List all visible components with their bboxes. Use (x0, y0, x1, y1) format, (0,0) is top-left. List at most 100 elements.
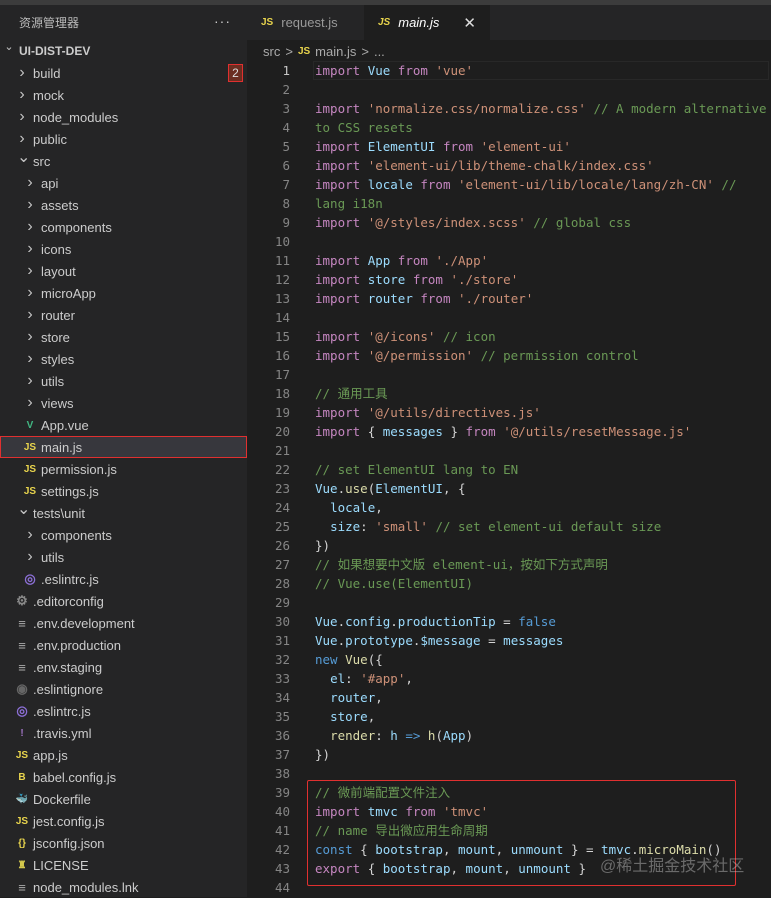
folder-item[interactable]: › store (0, 326, 247, 348)
code-line[interactable]: 11 import App from './App' (247, 251, 771, 270)
file-item[interactable]: Bbabel.config.js (0, 766, 247, 788)
folder-item[interactable]: › layout (0, 260, 247, 282)
code-token: ( (435, 728, 443, 743)
tree-root[interactable]: ⌄ UI-DIST-DEV (0, 40, 247, 62)
code-line[interactable]: 33 el: '#app', (247, 669, 771, 688)
close-icon[interactable]: ✕ (463, 14, 476, 32)
code-line[interactable]: 12 import store from './store' (247, 270, 771, 289)
code-line[interactable]: 10 (247, 232, 771, 251)
file-item[interactable]: ≡ .env.development (0, 612, 247, 634)
code-line[interactable]: 16 import '@/permission' // permission co… (247, 346, 771, 365)
line-content: router, (315, 688, 767, 707)
code-line[interactable]: 34 router, (247, 688, 771, 707)
code-line[interactable]: 28 // Vue.use(ElementUI) (247, 574, 771, 593)
code-token: // Vue.use(ElementUI) (315, 576, 474, 591)
folder-item[interactable]: › styles (0, 348, 247, 370)
file-item[interactable]: ♜ LICENSE (0, 854, 247, 876)
code-line[interactable]: 36 render: h => h(App) (247, 726, 771, 745)
code-line[interactable]: 17 (247, 365, 771, 384)
code-line[interactable]: 21 (247, 441, 771, 460)
code-token: , (375, 500, 383, 515)
line-content: // set ElementUI lang to EN (315, 460, 767, 479)
code-line[interactable]: 26}) (247, 536, 771, 555)
breadcrumb-file[interactable]: main.js (315, 44, 356, 59)
code-token: productionTip (397, 614, 504, 629)
file-item[interactable]: JS settings.js (0, 480, 247, 502)
folder-item[interactable]: › api (0, 172, 247, 194)
file-item[interactable]: ≡ node_modules.lnk (0, 876, 247, 898)
folder-item[interactable]: › views (0, 392, 247, 414)
code-line[interactable]: 20 import { messages } from '@/utils/rese… (247, 422, 771, 441)
code-line[interactable]: 15 import '@/icons' // icon (247, 327, 771, 346)
code-line[interactable]: 37}) (247, 745, 771, 764)
folder-item[interactable]: › mock (0, 84, 247, 106)
file-item[interactable]: JS app.js (0, 744, 247, 766)
folder-item[interactable]: › node_modules (0, 106, 247, 128)
code-line[interactable]: 6 import 'element-ui/lib/theme-chalk/inde… (247, 156, 771, 175)
code-line[interactable]: 18 // 通用工具 (247, 384, 771, 403)
code-line[interactable]: 3 import 'normalize.css/normalize.css' //… (247, 99, 771, 135)
file-item[interactable]: ≡ .env.staging (0, 656, 247, 678)
code-token: import (315, 215, 368, 230)
tab-main-js[interactable]: JS main.js ✕ (364, 5, 490, 40)
line-number: 9 (282, 215, 290, 230)
line-number: 25 (274, 519, 290, 534)
folder-item[interactable]: › build 2 (0, 62, 247, 84)
file-item[interactable]: JS jest.config.js (0, 810, 247, 832)
code-token: '@/icons' (367, 329, 443, 344)
file-item[interactable]: ◉ .eslintignore (0, 678, 247, 700)
file-item[interactable]: 🐳 Dockerfile (0, 788, 247, 810)
code-line[interactable]: 35 store, (247, 707, 771, 726)
line-number: 14 (274, 310, 290, 325)
folder-item[interactable]: › icons (0, 238, 247, 260)
item-label: .env.development (33, 615, 135, 631)
file-item[interactable]: ! .travis.yml (0, 722, 247, 744)
code-line[interactable]: 32 new Vue({ (247, 650, 771, 669)
code-line[interactable]: 13 import router from './router' (247, 289, 771, 308)
folder-item[interactable]: › components (0, 216, 247, 238)
file-item[interactable]: {} jsconfig.json (0, 832, 247, 854)
folder-item[interactable]: › utils (0, 546, 247, 568)
file-item[interactable]: ◎ .eslintrc.js (0, 700, 247, 722)
folder-item[interactable]: › assets (0, 194, 247, 216)
code-line[interactable]: 9 import '@/styles/index.scss' // global … (247, 213, 771, 232)
code-line[interactable]: 24 locale, (247, 498, 771, 517)
breadcrumb-symbols[interactable]: ... (374, 44, 385, 59)
item-label: settings.js (41, 483, 99, 499)
tab-request-js[interactable]: JS request.js (247, 5, 364, 40)
code-line[interactable]: 7 import locale from 'element-ui/lib/loca… (247, 175, 771, 211)
code-line[interactable]: 30 Vue.config.productionTip = false (247, 612, 771, 631)
file-item[interactable]: ≡ .env.production (0, 634, 247, 656)
file-item[interactable]: ⚙ .editorconfig (0, 590, 247, 612)
code-line[interactable]: 22 // set ElementUI lang to EN (247, 460, 771, 479)
line-number: 38 (274, 766, 290, 781)
file-item[interactable]: ◎ .eslintrc.js (0, 568, 247, 590)
more-actions-icon[interactable]: ··· (214, 13, 231, 29)
item-label: utils (41, 549, 65, 565)
folder-item[interactable]: › components (0, 524, 247, 546)
code-line[interactable]: 2 (247, 80, 771, 99)
folder-item[interactable]: › router (0, 304, 247, 326)
folder-item[interactable]: › microApp (0, 282, 247, 304)
code-line[interactable]: 29 (247, 593, 771, 612)
file-item[interactable]: V App.vue (0, 414, 247, 436)
code-line[interactable]: 4 (247, 118, 771, 137)
code-line[interactable]: 31 Vue.prototype.$message = messages (247, 631, 771, 650)
code-line[interactable]: 1 import Vue from 'vue' (247, 61, 771, 80)
folder-item[interactable]: › public (0, 128, 247, 150)
code-line[interactable]: 19 import '@/utils/directives.js' (247, 403, 771, 422)
breadcrumb-folder[interactable]: src (263, 44, 280, 59)
code-line[interactable]: 27 // 如果想要中文版 element-ui，按如下方式声明 (247, 555, 771, 574)
folder-item[interactable]: ⌄ tests\unit (0, 501, 247, 524)
code-line[interactable]: 8 (247, 194, 771, 213)
code-line[interactable]: 5 import ElementUI from 'element-ui' (247, 137, 771, 156)
file-item[interactable]: JS main.js (0, 436, 247, 458)
folder-item[interactable]: ⌄ src (0, 149, 247, 172)
code-line[interactable]: 23 Vue.use(ElementUI, { (247, 479, 771, 498)
file-item[interactable]: JS permission.js (0, 458, 247, 480)
chevron-right-icon: › (27, 328, 33, 345)
code-line[interactable]: 25 size: 'small' // set element-ui defau… (247, 517, 771, 536)
code-token: 'small' (375, 519, 436, 534)
code-line[interactable]: 14 (247, 308, 771, 327)
folder-item[interactable]: › utils (0, 370, 247, 392)
